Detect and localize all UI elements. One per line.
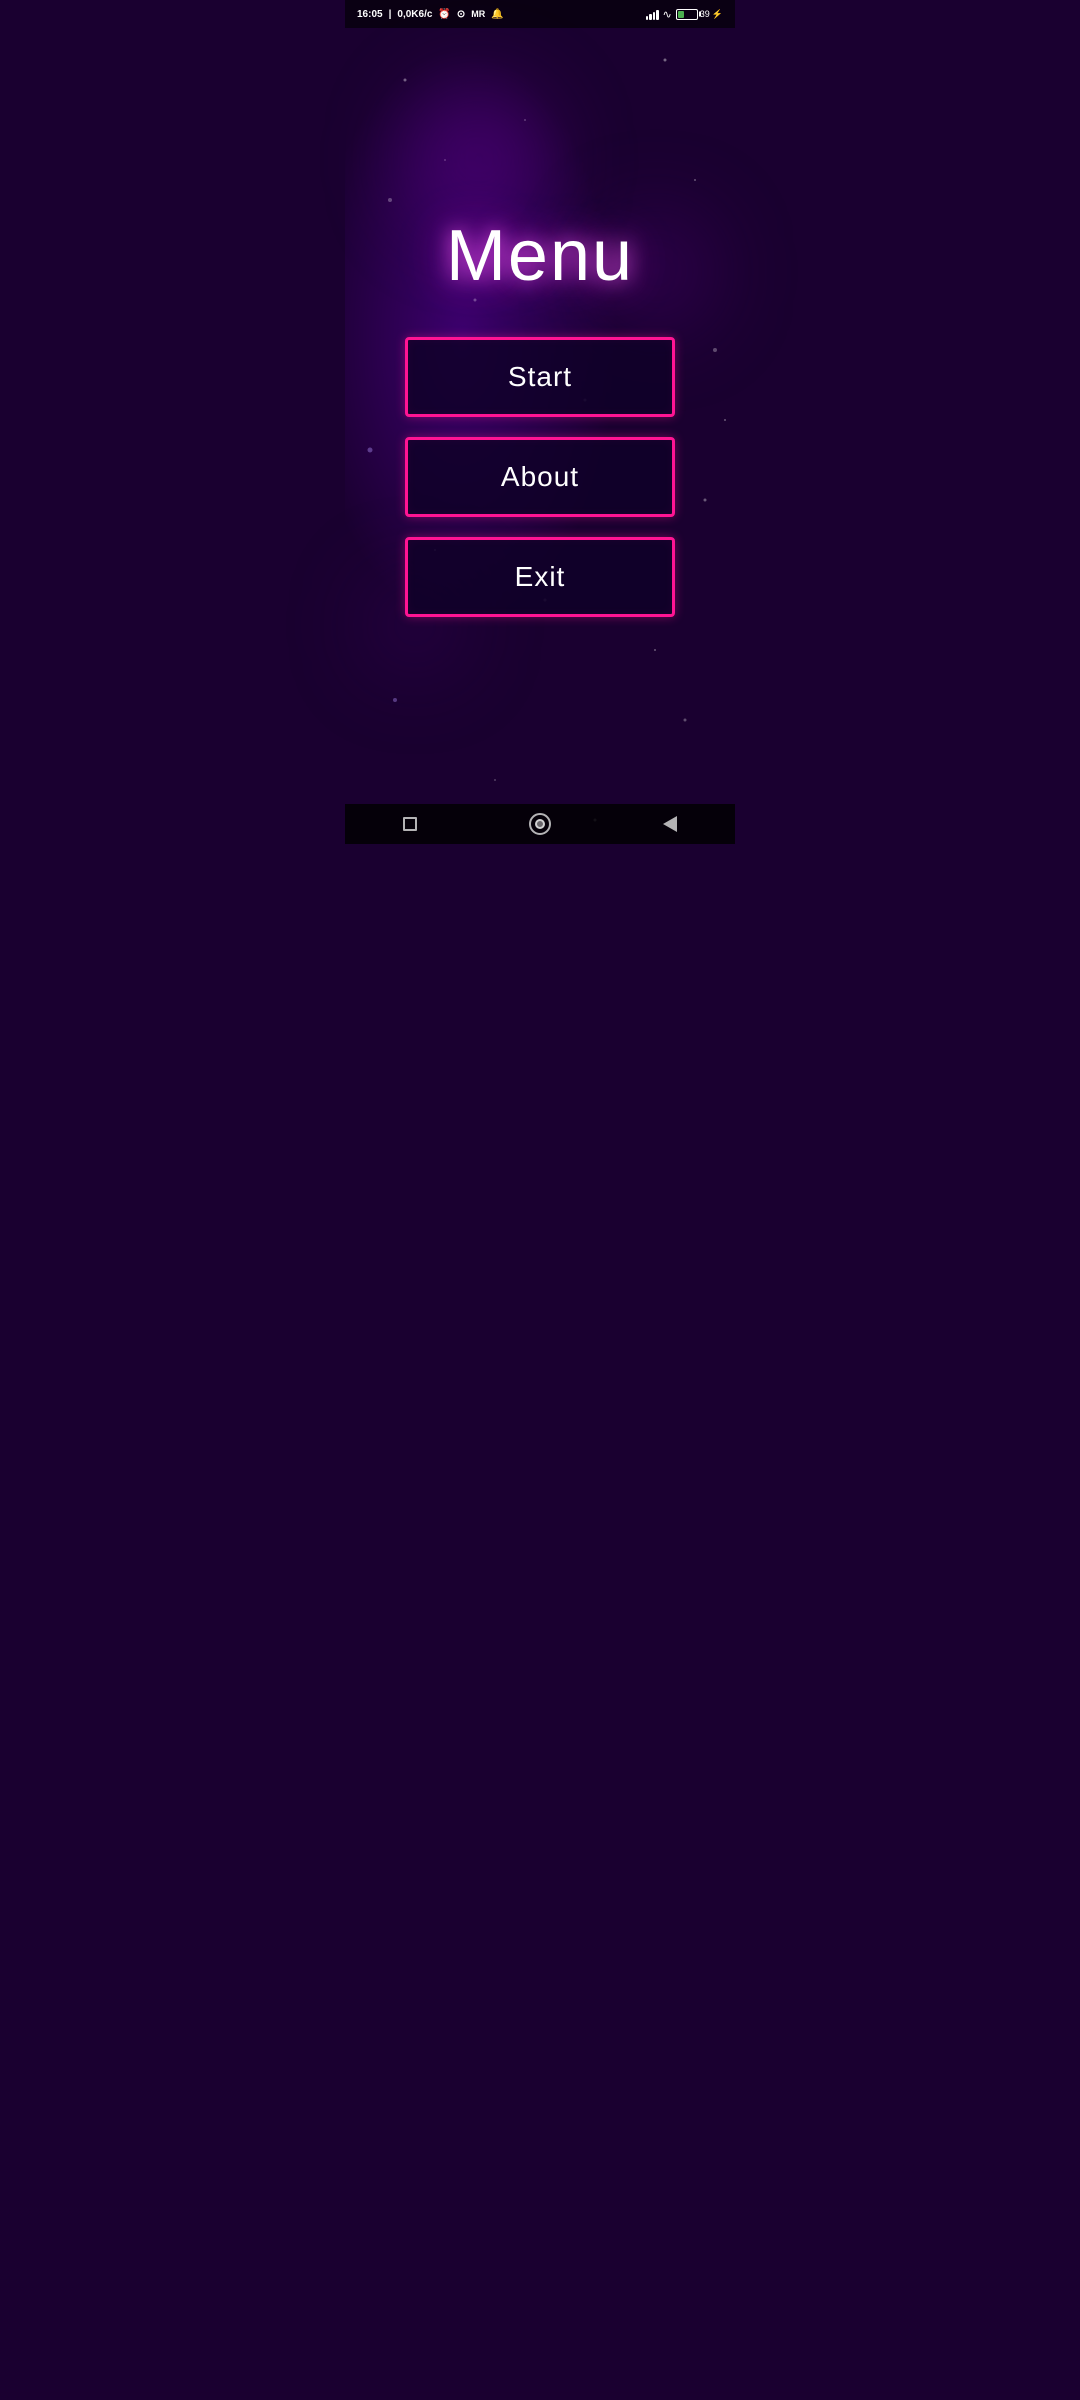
wifi-icon: ∿ [663, 8, 672, 21]
start-button[interactable]: Start [405, 337, 675, 417]
status-time: 16:05 [357, 9, 383, 20]
recent-apps-icon [403, 817, 417, 831]
signal-bar-1 [646, 16, 649, 20]
signal-bar-4 [656, 10, 659, 20]
charging-icon: ⚡ [712, 9, 723, 20]
exit-button[interactable]: Exit [405, 537, 675, 617]
signal-bar-2 [649, 14, 652, 20]
battery-indicator: 39 ⚡ [676, 9, 723, 20]
alarm-icon: ⏰ [438, 9, 450, 20]
about-button[interactable]: About [405, 437, 675, 517]
vpn-icon: ⊙ [457, 9, 465, 20]
nav-back-button[interactable] [650, 804, 690, 844]
battery-percent: 39 [700, 9, 710, 19]
navigation-bar [345, 804, 735, 844]
nav-home-button[interactable] [520, 804, 560, 844]
status-right: ∿ 39 ⚡ [646, 8, 723, 21]
main-content: Menu Start About Exit [345, 28, 735, 804]
status-data-speed: 0,0K6/c [397, 9, 432, 20]
status-bar: 16:05 | 0,0K6/c ⏰ ⊙ MR 🔔 ∿ 39 ⚡ [345, 0, 735, 28]
mr-icon: MR [471, 9, 485, 19]
back-icon [663, 816, 677, 832]
notification-icon: 🔔 [491, 9, 503, 20]
signal-bars [646, 8, 659, 20]
nav-recent-button[interactable] [390, 804, 430, 844]
battery-fill [678, 11, 684, 18]
status-left: 16:05 | 0,0K6/c ⏰ ⊙ MR 🔔 [357, 9, 504, 20]
battery-bar [676, 9, 698, 20]
status-separator: | [389, 9, 392, 20]
signal-bar-3 [653, 12, 656, 20]
home-icon-inner [535, 819, 545, 829]
menu-title: Menu [446, 215, 634, 297]
